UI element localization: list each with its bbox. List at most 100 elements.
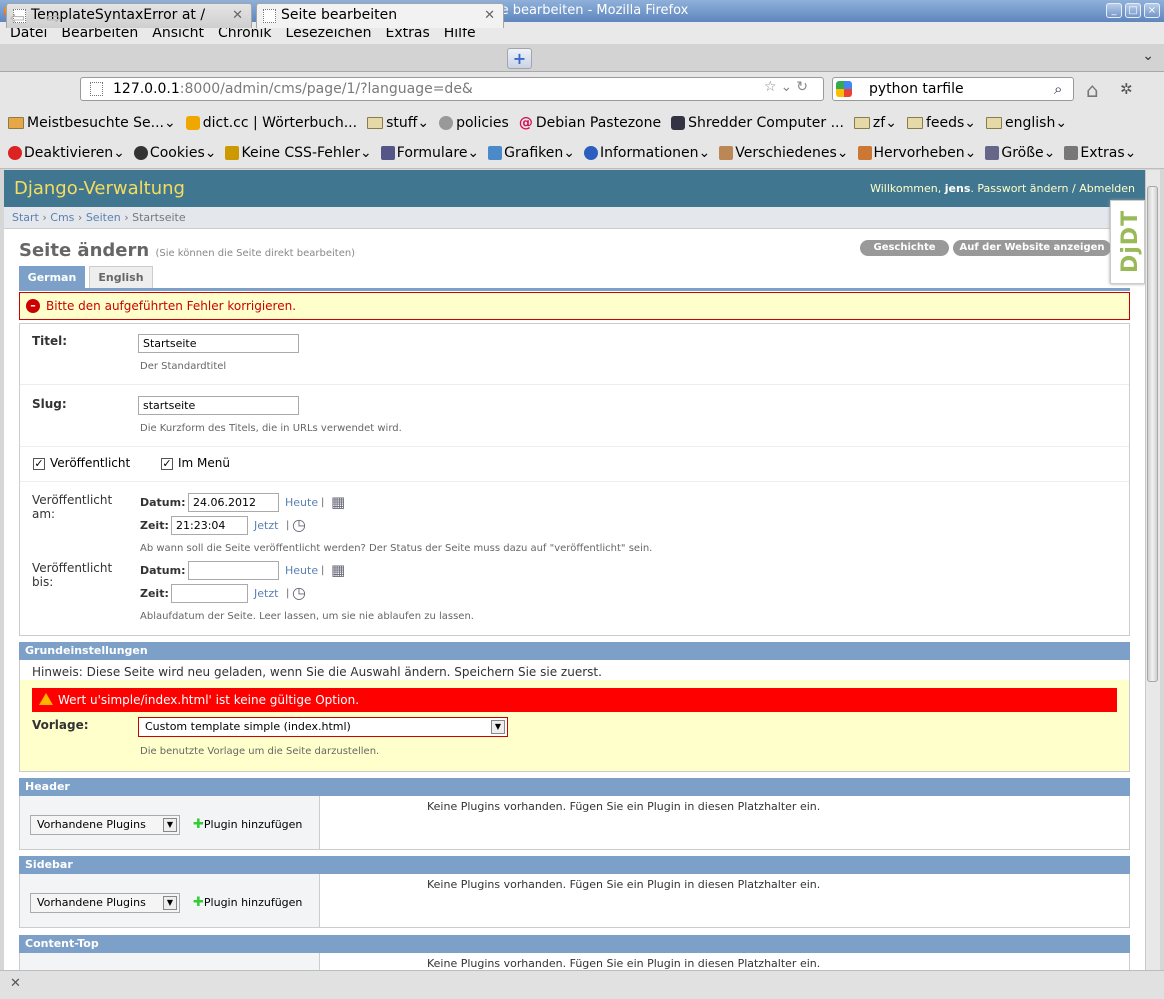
tab-template-error[interactable]: TemplateSyntaxError at / ✕ bbox=[6, 3, 252, 28]
tab-seite-bearbeiten[interactable]: Seite bearbeiten ✕ bbox=[256, 3, 504, 28]
url-bar-icons[interactable]: ☆⌄↻ bbox=[764, 79, 812, 95]
crumb-cms[interactable]: Cms bbox=[50, 211, 74, 224]
slug-input[interactable]: startseite bbox=[138, 396, 299, 415]
bookmark-debian-pastezone[interactable]: @ Debian Pastezone bbox=[519, 115, 661, 131]
wd-verschiedenes[interactable]: Verschiedenes⌄ bbox=[719, 145, 849, 161]
bookmark-dict-cc[interactable]: dict.cc | Wörterbuch... bbox=[185, 115, 357, 131]
site-identity-icon[interactable] bbox=[90, 82, 103, 96]
site-title[interactable]: Django-Verwaltung bbox=[14, 178, 185, 199]
template-select[interactable]: Custom template simple (index.html) ▼ bbox=[138, 717, 508, 737]
window-title: Seite bearbeiten - Mozilla Firefox bbox=[475, 3, 689, 18]
clock-icon[interactable]: ◷ bbox=[292, 583, 306, 602]
pub-until-date-label: Datum: bbox=[140, 564, 186, 577]
pub-until-date-input[interactable] bbox=[188, 561, 279, 580]
add-plugin-button[interactable]: ✚Plugin hinzufügen bbox=[193, 895, 302, 910]
new-tab-button[interactable]: + bbox=[507, 48, 532, 69]
in-menu-checkbox[interactable]: ✓ bbox=[161, 458, 173, 470]
bookmark-policies[interactable]: policies bbox=[439, 115, 509, 131]
wd-css[interactable]: Keine CSS-Fehler⌄ bbox=[225, 145, 372, 161]
history-button[interactable]: Geschichte bbox=[860, 240, 949, 256]
url-bar[interactable]: 127.0.0.1:8000/admin/cms/page/1/?languag… bbox=[80, 77, 824, 101]
bookmark-shredder[interactable]: Shredder Computer ... bbox=[671, 115, 844, 131]
plugins-select[interactable]: Vorhandene Plugins ▼ bbox=[30, 893, 180, 913]
misc-icon bbox=[719, 146, 734, 160]
firebug-icon[interactable]: ✲ bbox=[1120, 80, 1133, 98]
tab-list-icon[interactable]: ⌄ bbox=[1142, 48, 1154, 64]
tab-underline bbox=[19, 288, 1130, 291]
wd-deaktivieren[interactable]: Deaktivieren⌄ bbox=[8, 145, 125, 161]
placeholder-content-top-title[interactable]: Content-Top bbox=[19, 935, 1130, 953]
tab-close-icon[interactable]: ✕ bbox=[232, 4, 243, 27]
highlight-pen-icon bbox=[857, 146, 872, 160]
user-tools: Willkommen, jens. Passwort ändern / Abme… bbox=[870, 182, 1135, 195]
pub-from-date-input[interactable]: 24.06.2012 bbox=[188, 493, 279, 512]
wd-cookies[interactable]: Cookies⌄ bbox=[133, 145, 216, 161]
published-checkbox[interactable]: ✓ bbox=[33, 458, 45, 470]
now-link[interactable]: Jetzt bbox=[254, 587, 278, 600]
pub-from-time-label: Zeit: bbox=[140, 519, 169, 532]
no-plugins-message: Keine Plugins vorhanden. Fügen Sie ein P… bbox=[427, 878, 821, 891]
grundeinstellungen-header[interactable]: Grundeinstellungen bbox=[19, 642, 1130, 660]
pub-from-help: Ab wann soll die Seite veröffentlicht we… bbox=[140, 543, 653, 554]
minimize-icon[interactable]: _ bbox=[1106, 3, 1122, 18]
calendar-icon[interactable]: ▦ bbox=[331, 493, 345, 511]
close-findbar-icon[interactable]: ✕ bbox=[10, 976, 21, 991]
plus-icon: ✚ bbox=[193, 817, 204, 832]
today-link[interactable]: Heute bbox=[285, 496, 318, 509]
wd-informationen[interactable]: Informationen⌄ bbox=[584, 145, 710, 161]
crumb-seiten[interactable]: Seiten bbox=[86, 211, 121, 224]
bookmark-folder-zf[interactable]: zf⌄ bbox=[853, 115, 897, 131]
pub-from-time-input[interactable]: 21:23:04 bbox=[171, 516, 248, 535]
wd-groesse[interactable]: Größe⌄ bbox=[985, 145, 1055, 161]
titel-help: Der Standardtitel bbox=[140, 361, 227, 372]
placeholder-sidebar-title[interactable]: Sidebar bbox=[19, 856, 1130, 874]
account-links[interactable]: . Passwort ändern / Abmelden bbox=[970, 182, 1135, 195]
bookmark-most-visited[interactable]: Meistbesuchte Se...⌄ bbox=[8, 115, 176, 131]
now-link[interactable]: Jetzt bbox=[254, 519, 278, 532]
home-icon[interactable]: ⌂ bbox=[1086, 78, 1099, 102]
window-controls: _ □ × bbox=[1106, 3, 1160, 18]
pub-until-time-input[interactable] bbox=[171, 584, 248, 603]
wd-extras[interactable]: Extras⌄ bbox=[1064, 145, 1136, 161]
placeholder-header-title[interactable]: Header bbox=[19, 778, 1130, 796]
page-title: Seite ändern (Sie können die Seite direk… bbox=[19, 240, 356, 261]
url-host: 127.0.0.1 bbox=[113, 81, 180, 97]
clock-icon[interactable]: ◷ bbox=[292, 515, 306, 534]
forward-icon[interactable]: ⇨ bbox=[46, 8, 61, 29]
google-search-engine-icon[interactable] bbox=[836, 81, 852, 97]
crumb-start[interactable]: Start bbox=[12, 211, 39, 224]
divider bbox=[20, 446, 1129, 447]
wd-formulare[interactable]: Formulare⌄ bbox=[380, 145, 479, 161]
search-input[interactable]: python tarfile bbox=[832, 77, 1074, 101]
tab-close-icon[interactable]: ✕ bbox=[484, 4, 495, 27]
django-debug-toolbar-handle[interactable]: DjDT bbox=[1110, 200, 1145, 284]
close-window-icon[interactable]: × bbox=[1144, 3, 1160, 18]
status-bar: ✕ bbox=[0, 970, 1164, 999]
tab-english[interactable]: English bbox=[89, 266, 153, 288]
scrollbar-thumb[interactable] bbox=[1147, 186, 1158, 682]
bookmark-folder-stuff[interactable]: stuff⌄ bbox=[367, 115, 429, 131]
placeholder-content-top: Keine Plugins vorhanden. Fügen Sie ein P… bbox=[19, 953, 1130, 970]
pub-until-time-label: Zeit: bbox=[140, 587, 169, 600]
chevron-down-icon: ▼ bbox=[163, 896, 177, 910]
titel-input[interactable]: Startseite bbox=[138, 334, 299, 353]
wd-hervorheben[interactable]: Hervorheben⌄ bbox=[857, 145, 976, 161]
slug-help: Die Kurzform des Titels, die in URLs ver… bbox=[140, 423, 402, 434]
calendar-icon[interactable]: ▦ bbox=[331, 561, 345, 579]
bookmark-folder-feeds[interactable]: feeds⌄ bbox=[906, 115, 976, 131]
add-plugin-button[interactable]: ✚Plugin hinzufügen bbox=[193, 817, 302, 832]
bookmark-folder-english[interactable]: english⌄ bbox=[986, 115, 1067, 131]
maximize-icon[interactable]: □ bbox=[1125, 3, 1141, 18]
dict-cc-icon bbox=[185, 115, 200, 130]
folder-icon bbox=[367, 116, 384, 129]
wd-grafiken[interactable]: Grafiken⌄ bbox=[488, 145, 575, 161]
search-icon[interactable]: ⌕ bbox=[1054, 80, 1062, 98]
view-on-site-button[interactable]: Auf der Website anzeigen bbox=[953, 240, 1111, 256]
disable-icon bbox=[8, 146, 22, 160]
placeholder-header: Vorhandene Plugins ▼ ✚Plugin hinzufügen K… bbox=[19, 796, 1130, 850]
back-icon[interactable]: ⇦ bbox=[10, 8, 25, 29]
today-link[interactable]: Heute bbox=[285, 564, 318, 577]
plugins-select[interactable]: Vorhandene Plugins ▼ bbox=[30, 815, 180, 835]
cookies-icon bbox=[133, 146, 148, 160]
tab-german[interactable]: German bbox=[19, 266, 85, 288]
